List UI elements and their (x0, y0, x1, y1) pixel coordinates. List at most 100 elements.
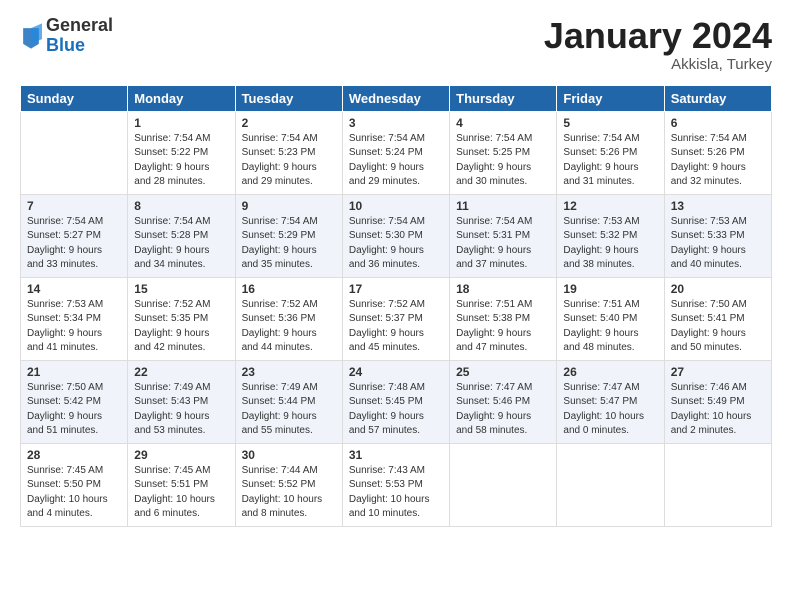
day-info: Sunrise: 7:54 AM Sunset: 5:27 PM Dayligh… (27, 215, 121, 273)
day-number: 18 (456, 282, 550, 296)
calendar-cell: 26Sunrise: 7:47 AM Sunset: 5:47 PM Dayli… (557, 360, 664, 443)
calendar-cell: 31Sunrise: 7:43 AM Sunset: 5:53 PM Dayli… (342, 443, 449, 526)
calendar-cell: 25Sunrise: 7:47 AM Sunset: 5:46 PM Dayli… (450, 360, 557, 443)
calendar-cell: 30 Sunrise: 7:44 AM Sunset: 5:52 PM Dayli… (235, 443, 342, 526)
calendar-cell: 28Sunrise: 7:45 AM Sunset: 5:50 PM Dayli… (21, 443, 128, 526)
day-info: Sunrise: 7:51 AM Sunset: 5:40 PM Dayligh… (563, 298, 657, 356)
day-info: Sunrise: 7:54 AM Sunset: 5:23 PM Dayligh… (242, 132, 336, 190)
day-info: Sunrise: 7:49 AM Sunset: 5:43 PM Dayligh… (134, 381, 228, 439)
calendar-cell (450, 443, 557, 526)
week-row-4: 21 Sunrise: 7:50 AM Sunset: 5:42 PM Dayli… (21, 360, 772, 443)
calendar-cell: 23 Sunrise: 7:49 AM Sunset: 5:44 PM Dayli… (235, 360, 342, 443)
day-info: Sunrise: 7:51 AM Sunset: 5:38 PM Dayligh… (456, 298, 550, 356)
day-info: Sunrise: 7:49 AM Sunset: 5:44 PM Dayligh… (242, 381, 336, 439)
logo-text: General Blue (46, 16, 113, 56)
day-number: 7 (27, 199, 121, 213)
day-number: 21 (27, 365, 121, 379)
day-info: Sunrise: 7:46 AM Sunset: 5:49 PM Dayligh… (671, 381, 765, 439)
calendar-cell: 16 Sunrise: 7:52 AM Sunset: 5:36 PM Dayli… (235, 277, 342, 360)
day-number: 17 (349, 282, 443, 296)
day-number: 1 (134, 116, 228, 130)
day-number: 12 (563, 199, 657, 213)
calendar-cell: 21 Sunrise: 7:50 AM Sunset: 5:42 PM Dayli… (21, 360, 128, 443)
day-number: 23 (242, 365, 336, 379)
day-info: Sunrise: 7:52 AM Sunset: 5:37 PM Dayligh… (349, 298, 443, 356)
header-cell-thursday: Thursday (450, 85, 557, 111)
day-number: 20 (671, 282, 765, 296)
calendar-cell: 29 Sunrise: 7:45 AM Sunset: 5:51 PM Dayli… (128, 443, 235, 526)
day-number: 2 (242, 116, 336, 130)
logo-general-text: General (46, 16, 113, 36)
header-cell-wednesday: Wednesday (342, 85, 449, 111)
calendar-cell: 12Sunrise: 7:53 AM Sunset: 5:32 PM Dayli… (557, 194, 664, 277)
day-info: Sunrise: 7:54 AM Sunset: 5:25 PM Dayligh… (456, 132, 550, 190)
calendar-cell: 22Sunrise: 7:49 AM Sunset: 5:43 PM Dayli… (128, 360, 235, 443)
day-number: 8 (134, 199, 228, 213)
calendar-body: 1Sunrise: 7:54 AM Sunset: 5:22 PM Daylig… (21, 111, 772, 526)
calendar-header: SundayMondayTuesdayWednesdayThursdayFrid… (21, 85, 772, 111)
calendar-cell: 4 Sunrise: 7:54 AM Sunset: 5:25 PM Daylig… (450, 111, 557, 194)
calendar-cell (21, 111, 128, 194)
calendar-cell (664, 443, 771, 526)
calendar-cell: 7 Sunrise: 7:54 AM Sunset: 5:27 PM Daylig… (21, 194, 128, 277)
calendar-cell: 9 Sunrise: 7:54 AM Sunset: 5:29 PM Daylig… (235, 194, 342, 277)
day-number: 13 (671, 199, 765, 213)
day-number: 15 (134, 282, 228, 296)
calendar-cell: 14Sunrise: 7:53 AM Sunset: 5:34 PM Dayli… (21, 277, 128, 360)
day-info: Sunrise: 7:54 AM Sunset: 5:31 PM Dayligh… (456, 215, 550, 273)
logo-icon (20, 22, 42, 50)
header-cell-sunday: Sunday (21, 85, 128, 111)
day-info: Sunrise: 7:54 AM Sunset: 5:28 PM Dayligh… (134, 215, 228, 273)
day-number: 25 (456, 365, 550, 379)
calendar-cell: 27Sunrise: 7:46 AM Sunset: 5:49 PM Dayli… (664, 360, 771, 443)
day-info: Sunrise: 7:53 AM Sunset: 5:33 PM Dayligh… (671, 215, 765, 273)
day-info: Sunrise: 7:44 AM Sunset: 5:52 PM Dayligh… (242, 464, 336, 522)
logo: General Blue (20, 16, 113, 56)
calendar-cell: 6Sunrise: 7:54 AM Sunset: 5:26 PM Daylig… (664, 111, 771, 194)
day-number: 9 (242, 199, 336, 213)
title-block: January 2024 Akkisla, Turkey (544, 16, 772, 73)
day-info: Sunrise: 7:54 AM Sunset: 5:30 PM Dayligh… (349, 215, 443, 273)
day-info: Sunrise: 7:47 AM Sunset: 5:47 PM Dayligh… (563, 381, 657, 439)
day-info: Sunrise: 7:45 AM Sunset: 5:51 PM Dayligh… (134, 464, 228, 522)
day-info: Sunrise: 7:45 AM Sunset: 5:50 PM Dayligh… (27, 464, 121, 522)
day-number: 16 (242, 282, 336, 296)
calendar-cell: 19 Sunrise: 7:51 AM Sunset: 5:40 PM Dayli… (557, 277, 664, 360)
header-row: SundayMondayTuesdayWednesdayThursdayFrid… (21, 85, 772, 111)
day-number: 31 (349, 448, 443, 462)
calendar-cell: 5Sunrise: 7:54 AM Sunset: 5:26 PM Daylig… (557, 111, 664, 194)
day-number: 10 (349, 199, 443, 213)
day-number: 30 (242, 448, 336, 462)
calendar-cell: 13 Sunrise: 7:53 AM Sunset: 5:33 PM Dayli… (664, 194, 771, 277)
calendar-cell: 3Sunrise: 7:54 AM Sunset: 5:24 PM Daylig… (342, 111, 449, 194)
calendar-cell: 8 Sunrise: 7:54 AM Sunset: 5:28 PM Daylig… (128, 194, 235, 277)
header: General Blue January 2024 Akkisla, Turke… (20, 16, 772, 73)
calendar-cell: 18 Sunrise: 7:51 AM Sunset: 5:38 PM Dayli… (450, 277, 557, 360)
day-number: 29 (134, 448, 228, 462)
calendar-cell: 15 Sunrise: 7:52 AM Sunset: 5:35 PM Dayli… (128, 277, 235, 360)
day-info: Sunrise: 7:54 AM Sunset: 5:29 PM Dayligh… (242, 215, 336, 273)
week-row-3: 14Sunrise: 7:53 AM Sunset: 5:34 PM Dayli… (21, 277, 772, 360)
month-title: January 2024 (544, 16, 772, 56)
location: Akkisla, Turkey (544, 56, 772, 73)
page: General Blue January 2024 Akkisla, Turke… (0, 0, 792, 537)
week-row-5: 28Sunrise: 7:45 AM Sunset: 5:50 PM Dayli… (21, 443, 772, 526)
day-number: 14 (27, 282, 121, 296)
calendar-cell: 20 Sunrise: 7:50 AM Sunset: 5:41 PM Dayli… (664, 277, 771, 360)
calendar-cell: 11Sunrise: 7:54 AM Sunset: 5:31 PM Dayli… (450, 194, 557, 277)
day-number: 19 (563, 282, 657, 296)
day-info: Sunrise: 7:50 AM Sunset: 5:42 PM Dayligh… (27, 381, 121, 439)
day-number: 4 (456, 116, 550, 130)
week-row-2: 7 Sunrise: 7:54 AM Sunset: 5:27 PM Daylig… (21, 194, 772, 277)
day-number: 24 (349, 365, 443, 379)
header-cell-saturday: Saturday (664, 85, 771, 111)
day-number: 6 (671, 116, 765, 130)
day-info: Sunrise: 7:52 AM Sunset: 5:35 PM Dayligh… (134, 298, 228, 356)
header-cell-monday: Monday (128, 85, 235, 111)
week-row-1: 1Sunrise: 7:54 AM Sunset: 5:22 PM Daylig… (21, 111, 772, 194)
day-info: Sunrise: 7:50 AM Sunset: 5:41 PM Dayligh… (671, 298, 765, 356)
calendar-cell: 1Sunrise: 7:54 AM Sunset: 5:22 PM Daylig… (128, 111, 235, 194)
day-number: 5 (563, 116, 657, 130)
day-info: Sunrise: 7:48 AM Sunset: 5:45 PM Dayligh… (349, 381, 443, 439)
day-info: Sunrise: 7:52 AM Sunset: 5:36 PM Dayligh… (242, 298, 336, 356)
